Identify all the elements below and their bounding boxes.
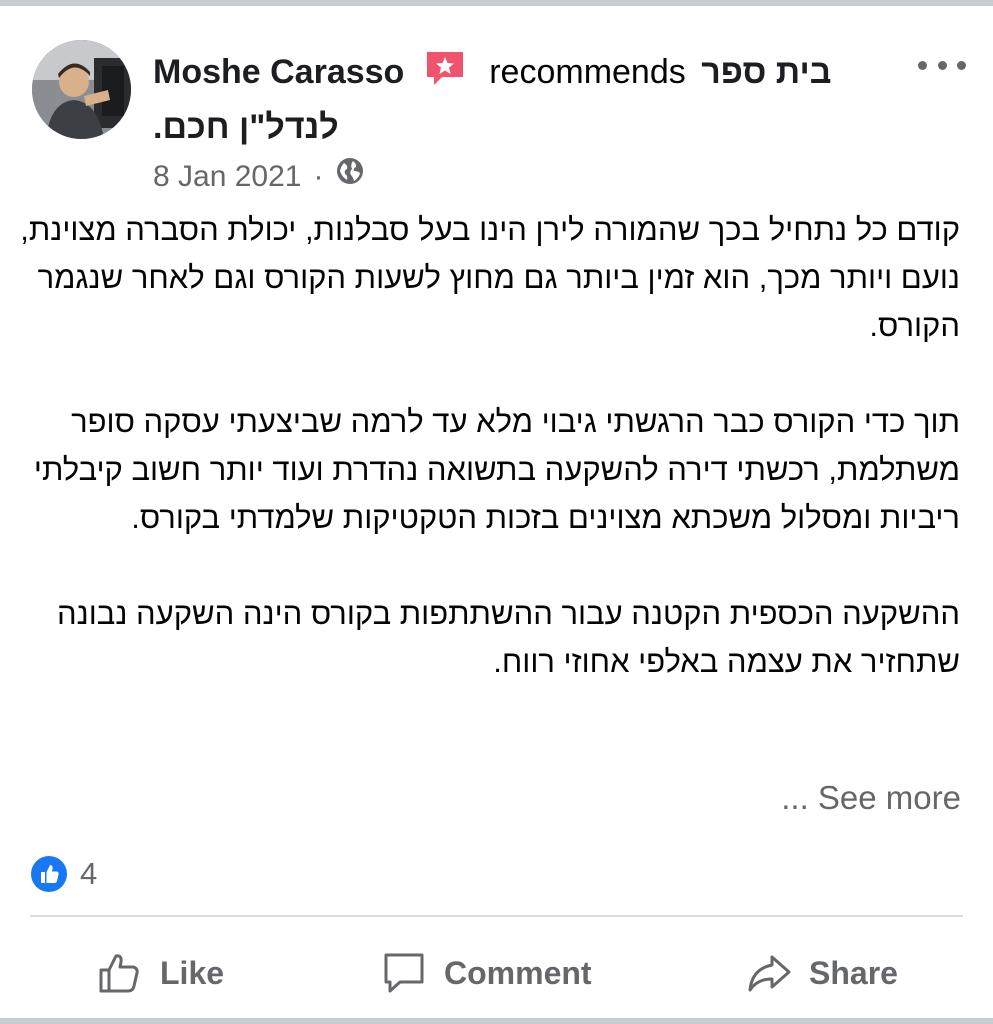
reactions-summary[interactable]: 4 <box>30 850 97 898</box>
comment-button[interactable]: Comment <box>380 946 592 1000</box>
post-date[interactable]: 8 Jan 2021 <box>153 154 301 200</box>
post-paragraph: קודם כל נתחיל בכך שהמורה לירן הינו בעל ס… <box>20 212 960 343</box>
like-reaction-icon <box>31 856 67 892</box>
share-arrow-icon <box>748 955 791 992</box>
post-paragraph: ההשקעה הכספית הקטנה עבור ההשתתפות בקורס … <box>57 596 960 679</box>
meta-separator: · <box>313 160 324 193</box>
dot-icon <box>957 60 966 70</box>
author-name[interactable]: Moshe Carasso <box>153 53 404 91</box>
comment-bubble-icon <box>384 953 424 993</box>
share-label: Share <box>809 954 898 991</box>
post-meta: 8 Jan 2021 · <box>153 154 365 200</box>
recommends-verb: recommends <box>489 53 686 91</box>
like-button[interactable]: Like <box>96 946 224 1000</box>
author-avatar[interactable] <box>32 40 131 139</box>
recommendation-star-icon <box>424 49 466 100</box>
page-name-link[interactable]: בית ספר <box>701 53 831 91</box>
like-label: Like <box>160 954 225 991</box>
thumbs-up-icon <box>99 954 139 993</box>
post-header: Moshe Carasso recommends בית ספר <box>153 48 873 100</box>
page-name-link-continued[interactable]: לנדל"ן חכם. <box>153 104 339 150</box>
dot-icon <box>918 60 927 70</box>
post-card: Moshe Carasso recommends בית ספר לנדל"ן … <box>0 6 993 1018</box>
dot-icon <box>937 60 947 70</box>
see-more-link[interactable]: ... See more <box>0 774 961 822</box>
divider <box>30 915 963 917</box>
reaction-count: 4 <box>80 856 98 891</box>
post-paragraph: תוך כדי הקורס כבר הרגשתי גיבוי מלא עד לר… <box>33 404 960 535</box>
globe-icon[interactable] <box>335 154 365 200</box>
post-body: קודם כל נתחיל בכך שהמורה לירן הינו בעל ס… <box>20 206 960 686</box>
comment-label: Comment <box>444 954 592 991</box>
share-button[interactable]: Share <box>745 946 898 1000</box>
more-options-button[interactable] <box>918 50 966 80</box>
